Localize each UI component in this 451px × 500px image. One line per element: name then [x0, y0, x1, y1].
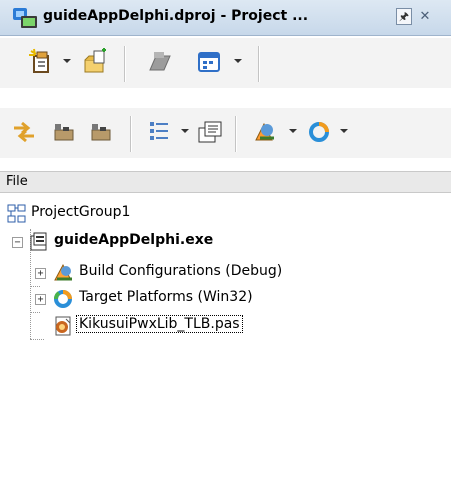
tree-node-tlb-file[interactable]: KikusuiPwxLib_TLB.pas — [0, 313, 360, 339]
tree-node-project-group[interactable]: ProjectGroup1 — [0, 201, 300, 227]
collapse-toggle[interactable]: − — [12, 237, 23, 248]
tree-node-label: ProjectGroup1 — [31, 204, 131, 220]
target-platform-icon — [54, 290, 72, 308]
dropdown-arrow-icon[interactable] — [232, 56, 244, 66]
expand-toggle[interactable]: + — [35, 268, 46, 279]
tree-node-build-configurations[interactable]: + Build Configurations (Debug) — [0, 260, 360, 286]
dropdown-arrow-icon[interactable] — [338, 126, 350, 136]
tree-node-label: KikusuiPwxLib_TLB.pas — [76, 315, 243, 333]
toolbar-separator — [258, 46, 260, 82]
expand-toggle[interactable]: + — [35, 294, 46, 305]
compile-icon[interactable] — [196, 118, 224, 146]
panel-title: guideAppDelphi.dproj - Project ... — [43, 8, 309, 24]
tree-node-label: Build Configurations (Debug) — [79, 263, 283, 279]
options-icon[interactable] — [195, 48, 223, 76]
tree-node-project[interactable]: − guideAppDelphi.exe — [0, 229, 320, 255]
toolbar-separator — [130, 116, 132, 152]
add-file-icon[interactable] — [80, 48, 108, 76]
sort-icon[interactable] — [146, 118, 174, 146]
remove-icon[interactable] — [146, 48, 174, 76]
tree-node-label: guideAppDelphi.exe — [54, 232, 214, 248]
pascal-source-file-icon — [55, 316, 71, 336]
dropdown-arrow-icon[interactable] — [179, 126, 191, 136]
sync-icon[interactable] — [10, 118, 38, 146]
tree-node-label: Target Platforms (Win32) — [79, 289, 253, 305]
toolbar-project — [0, 38, 451, 88]
dropdown-arrow-icon[interactable] — [61, 56, 73, 66]
column-header-label: File — [6, 174, 28, 189]
target-platform-icon[interactable] — [305, 118, 333, 146]
activate-icon[interactable] — [49, 118, 77, 146]
project-exe-icon — [30, 232, 47, 251]
deactivate-icon[interactable] — [86, 118, 114, 146]
pin-icon: 🖈 — [398, 10, 410, 23]
panel-title-bar: guideAppDelphi.dproj - Project ... 🖈 ✕ — [0, 0, 451, 36]
build-config-icon[interactable] — [250, 118, 278, 146]
new-item-icon[interactable] — [28, 48, 56, 76]
pin-button[interactable]: 🖈 — [396, 8, 412, 25]
close-button[interactable]: ✕ — [416, 8, 434, 25]
close-icon: ✕ — [419, 9, 431, 24]
project-manager-icon — [13, 8, 37, 28]
dropdown-arrow-icon[interactable] — [287, 126, 299, 136]
project-group-icon — [7, 204, 26, 223]
toolbar-separator — [235, 116, 237, 152]
build-config-icon — [54, 263, 72, 281]
toolbar-build — [0, 108, 451, 158]
tree-connector — [30, 339, 44, 340]
tree-node-target-platforms[interactable]: + Target Platforms (Win32) — [0, 286, 360, 312]
toolbar-separator — [124, 46, 126, 82]
column-header-file[interactable]: File — [0, 171, 451, 193]
project-tree: ProjectGroup1 − guideAppDelphi.exe + Bui… — [0, 193, 451, 500]
